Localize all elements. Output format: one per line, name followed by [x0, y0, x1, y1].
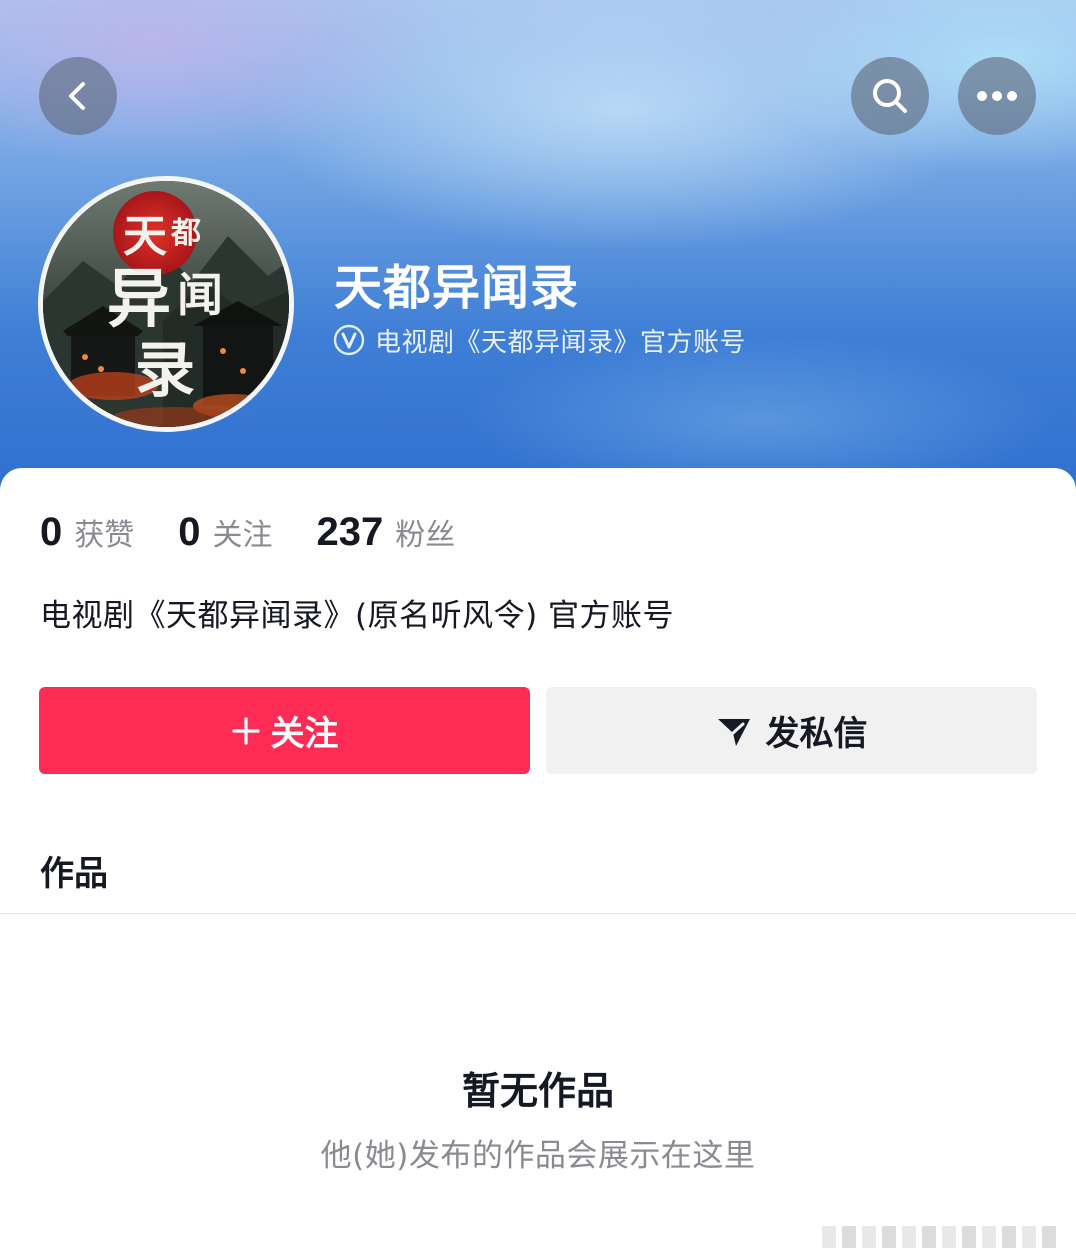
image-watermark: [822, 1226, 1056, 1248]
send-message-button[interactable]: 发私信: [546, 687, 1037, 774]
verification-row: 电视剧《天都异闻录》官方账号: [333, 322, 746, 358]
empty-state-subtitle: 他(她)发布的作品会展示在这里: [320, 1138, 756, 1174]
profile-content-card: 0 获赞 0 关注 237 粉丝 电视剧《天都异闻录》(原名听风令) 官方账号 …: [0, 468, 1076, 1260]
avatar[interactable]: 天 都 异 闻 录: [38, 176, 294, 432]
stat-likes-label: 获赞: [74, 518, 135, 553]
profile-page: 天 都 异 闻 录 天都异闻录 电视剧《天都异闻录》官方账号 0 获赞 0 关注…: [0, 0, 1076, 1260]
stat-likes[interactable]: 0 获赞: [40, 510, 134, 555]
verified-v-icon: [333, 324, 365, 356]
profile-name: 天都异闻录: [334, 260, 580, 316]
send-message-button-label: 发私信: [765, 714, 868, 754]
avatar-poster-image: 天 都 异 闻 录: [43, 181, 289, 427]
svg-text:录: 录: [135, 336, 195, 406]
follow-button-label: 关注: [270, 714, 339, 754]
plus-icon: [231, 716, 260, 745]
stat-likes-count: 0: [40, 510, 63, 554]
stat-following-label: 关注: [212, 518, 273, 553]
svg-text:异: 异: [107, 262, 171, 337]
search-button[interactable]: [851, 57, 929, 135]
more-button[interactable]: [958, 57, 1036, 135]
follow-button[interactable]: 关注: [39, 687, 530, 774]
svg-text:都: 都: [170, 216, 201, 251]
back-button[interactable]: [39, 57, 117, 135]
empty-state-title: 暂无作品: [461, 1069, 614, 1113]
profile-stats: 0 获赞 0 关注 237 粉丝: [40, 510, 499, 555]
more-horizontal-icon: [977, 91, 1017, 101]
search-icon: [873, 79, 907, 113]
stat-following-count: 0: [178, 510, 201, 554]
chevron-left-icon: [69, 82, 85, 110]
stat-following[interactable]: 0 关注: [178, 510, 272, 555]
stat-followers-label: 粉丝: [395, 518, 456, 553]
tab-divider: [0, 913, 1076, 914]
verification-text: 电视剧《天都异闻录》官方账号: [375, 327, 747, 358]
send-paper-plane-icon: [717, 718, 750, 746]
tab-works[interactable]: 作品: [40, 846, 108, 895]
avatar-calligraphy-title: 天: [123, 211, 167, 262]
profile-bio: 电视剧《天都异闻录》(原名听风令) 官方账号: [40, 598, 675, 634]
stat-followers[interactable]: 237 粉丝: [317, 510, 456, 555]
stat-followers-count: 237: [316, 510, 384, 554]
svg-text:闻: 闻: [177, 268, 223, 322]
